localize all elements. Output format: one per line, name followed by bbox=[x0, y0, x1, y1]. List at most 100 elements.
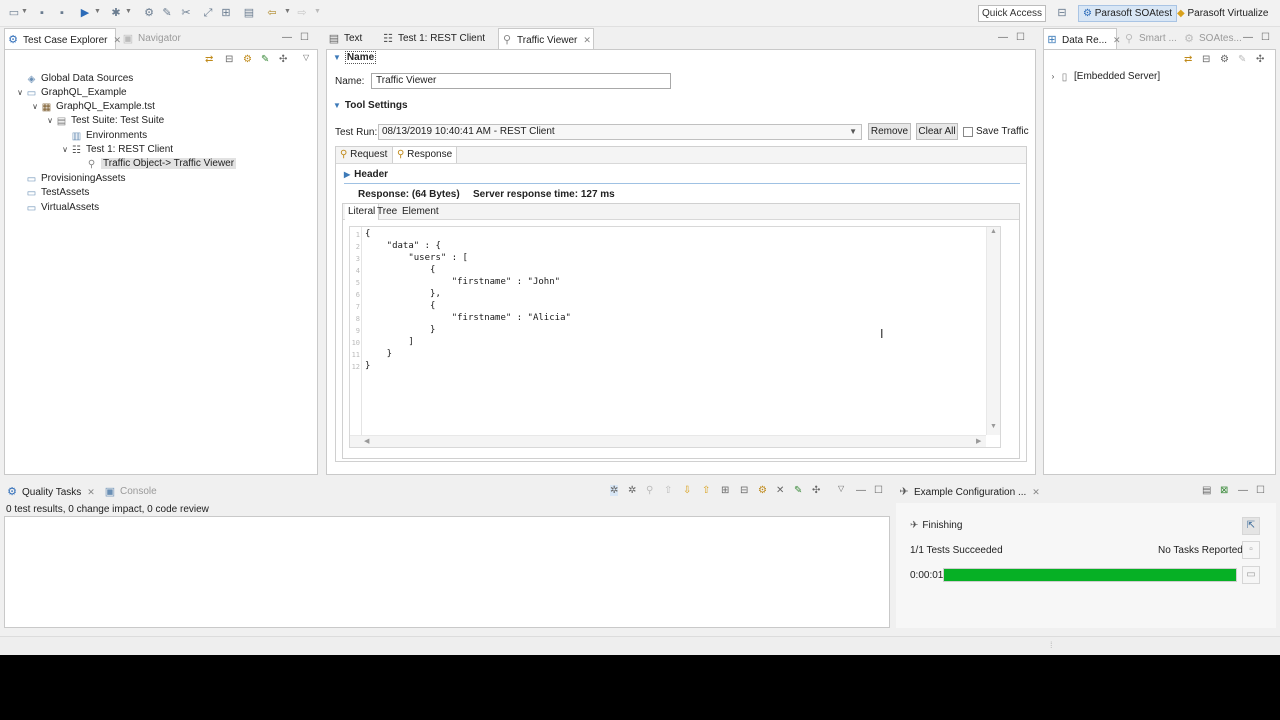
save-all-icon[interactable]: ▪ bbox=[56, 7, 68, 19]
tab-rest-client[interactable]: ☷ Test 1: REST Client bbox=[380, 28, 485, 50]
expand-all-icon[interactable]: ⊞ bbox=[721, 485, 729, 496]
new-dropdown-arrow[interactable]: ▼ bbox=[21, 8, 28, 15]
scroll-left-icon[interactable]: ◀ bbox=[364, 437, 369, 445]
forward-icon[interactable]: ⇨ bbox=[296, 7, 308, 19]
maximize-icon[interactable]: ☐ bbox=[300, 32, 309, 43]
tab-response[interactable]: ⚲ Response bbox=[392, 147, 458, 163]
tab-data-repository[interactable]: ⊞ Data Re... ✕ bbox=[1043, 28, 1121, 50]
panel-tool-icon[interactable]: ⚲ bbox=[646, 485, 653, 496]
tree-item[interactable]: ∨ ☷ Test 1: REST Client bbox=[60, 143, 173, 157]
tool-icon-4[interactable]: ⤢ bbox=[202, 7, 214, 19]
vertical-scrollbar[interactable]: ▲ ▼ bbox=[986, 227, 1000, 435]
details-button[interactable]: ▭ bbox=[1242, 566, 1260, 584]
tool-icon-3[interactable]: ✂ bbox=[180, 7, 192, 19]
debug-dropdown-arrow[interactable]: ▼ bbox=[125, 8, 132, 15]
name-input[interactable]: Traffic Viewer bbox=[371, 73, 671, 89]
chevron-right-icon[interactable]: › bbox=[1048, 70, 1058, 84]
filter-icon[interactable]: ✎ bbox=[261, 54, 269, 65]
arrow-down-icon[interactable]: ⇩ bbox=[683, 485, 691, 496]
scroll-right-icon[interactable]: ▶ bbox=[976, 437, 981, 445]
minimize-icon[interactable]: — bbox=[1238, 485, 1248, 496]
tab-traffic-viewer[interactable]: ⚲ Traffic Viewer ✕ bbox=[498, 28, 594, 50]
collapse-all-icon[interactable]: ⊟ bbox=[225, 54, 233, 65]
tab-soatest[interactable]: ⚙ SOAtes... bbox=[1181, 28, 1242, 50]
back-icon[interactable]: ⇦ bbox=[266, 7, 278, 19]
maximize-icon[interactable]: ☐ bbox=[1016, 32, 1025, 43]
pin-icon[interactable]: ✣ bbox=[812, 485, 820, 496]
minimize-icon[interactable]: — bbox=[998, 32, 1008, 43]
sync-icon[interactable]: ⇄ bbox=[1184, 54, 1192, 65]
tool-icon-2[interactable]: ✎ bbox=[161, 7, 173, 19]
minimize-icon[interactable]: — bbox=[282, 32, 292, 43]
panel-tool-icon[interactable]: ✲ bbox=[628, 485, 636, 496]
close-icon[interactable]: ✕ bbox=[583, 35, 591, 45]
tab-example-configuration[interactable]: ✈ Example Configuration ... ✕ bbox=[896, 481, 1040, 503]
tab-text[interactable]: ▤ Text bbox=[326, 28, 363, 50]
code-editor[interactable]: 1 2 3 4 5 6 7 8 9 10 11 12 { "data" : { "users" : [… bbox=[349, 226, 1001, 448]
tree-item[interactable]: ◈ Global Data Sources bbox=[15, 72, 134, 86]
panel-tool-icon[interactable]: ⇧ bbox=[664, 485, 672, 496]
close-icon[interactable]: ✕ bbox=[1032, 487, 1040, 497]
view-menu-icon[interactable]: ▽ bbox=[303, 53, 309, 62]
link-icon[interactable]: ⚙ bbox=[243, 54, 252, 65]
tab-navigator[interactable]: ▣ Navigator bbox=[120, 28, 181, 50]
tree-item[interactable]: ▭ TestAssets bbox=[15, 186, 90, 200]
panel-tool-icon[interactable]: ⚙ bbox=[1220, 54, 1229, 65]
back-dropdown-arrow[interactable]: ▼ bbox=[284, 8, 291, 15]
scroll-up-icon[interactable]: ▲ bbox=[990, 228, 997, 235]
tree-item[interactable]: ▭ ProvisioningAssets bbox=[15, 172, 126, 186]
tree-item-embedded-server[interactable]: › ▯ [Embedded Server] bbox=[1048, 70, 1161, 84]
tool-icon-5[interactable]: ⊞ bbox=[220, 7, 232, 19]
tree-item[interactable]: ∨ ▭ GraphQL_Example bbox=[15, 86, 127, 100]
tree-item-selected[interactable]: ⚲ Traffic Object-> Traffic Viewer bbox=[75, 157, 237, 171]
remove-button[interactable]: Remove bbox=[868, 123, 911, 140]
test-run-select[interactable]: 08/13/2019 10:40:41 AM - REST Client ▼ bbox=[378, 124, 862, 140]
tab-test-case-explorer[interactable]: ⚙ Test Case Explorer ✕ bbox=[4, 28, 121, 50]
tree-item[interactable]: ∨ ▤ Test Suite: Test Suite bbox=[45, 114, 164, 128]
perspective-virtualize[interactable]: ◆ Parasoft Virtualize bbox=[1177, 6, 1268, 21]
tree-item[interactable]: ▭ VirtualAssets bbox=[15, 201, 99, 215]
tool-icon-6[interactable]: ▤ bbox=[243, 7, 255, 19]
header-section-toggle[interactable]: ▶ Header bbox=[344, 169, 388, 180]
tool-icon-1[interactable]: ⚙ bbox=[143, 7, 155, 19]
debug-icon[interactable]: ✱ bbox=[110, 7, 122, 19]
view-menu-icon[interactable]: ▽ bbox=[838, 484, 844, 493]
quick-access-field[interactable]: Quick Access bbox=[978, 5, 1047, 22]
collapse-all-icon[interactable]: ⊟ bbox=[740, 485, 748, 496]
panel-tool-icon[interactable]: ⊟ bbox=[1202, 54, 1210, 65]
run-dropdown-arrow[interactable]: ▼ bbox=[94, 8, 101, 15]
chevron-down-icon[interactable]: ∨ bbox=[60, 143, 70, 157]
maximize-icon[interactable]: ☐ bbox=[1261, 32, 1270, 43]
panel-tool-icon[interactable]: ✎ bbox=[794, 485, 802, 496]
save-icon[interactable]: ▪ bbox=[36, 7, 48, 19]
clear-all-button[interactable]: Clear All bbox=[916, 123, 958, 140]
panel-tool-icon[interactable]: ⊠ bbox=[1220, 485, 1228, 496]
sync-icon[interactable]: ⚙ bbox=[758, 485, 767, 496]
new-icon[interactable]: ▭ bbox=[8, 7, 20, 19]
arrow-up-icon[interactable]: ⇧ bbox=[702, 485, 710, 496]
tree-item[interactable]: ▥ Environments bbox=[60, 129, 147, 143]
sync-icon[interactable]: ⇄ bbox=[205, 54, 213, 65]
minimize-icon[interactable]: — bbox=[1243, 32, 1253, 43]
minimize-icon[interactable]: — bbox=[856, 485, 866, 496]
tool-settings-toggle[interactable]: ▼ Tool Settings bbox=[333, 100, 408, 111]
run-icon[interactable]: ▶ bbox=[79, 7, 91, 19]
tab-request[interactable]: ⚲ Request bbox=[340, 147, 387, 163]
panel-tool-icon[interactable]: ✎ bbox=[1238, 54, 1246, 65]
tree-item[interactable]: ∨ ▦ GraphQL_Example.tst bbox=[30, 100, 155, 114]
name-section-toggle[interactable]: ▼ Name bbox=[333, 51, 377, 64]
pin-icon[interactable]: ✣ bbox=[1256, 54, 1264, 65]
maximize-icon[interactable]: ☐ bbox=[874, 485, 883, 496]
tasks-button[interactable]: ▫ bbox=[1242, 541, 1260, 559]
maximize-icon[interactable]: ☐ bbox=[1256, 485, 1265, 496]
open-perspective-icon[interactable]: ⊟ bbox=[1056, 7, 1068, 19]
horizontal-scrollbar[interactable]: ◀ ▶ bbox=[350, 435, 986, 447]
close-icon[interactable]: ✕ bbox=[1113, 35, 1121, 45]
filter-icon[interactable]: ✲ bbox=[610, 485, 619, 496]
scroll-down-icon[interactable]: ▼ bbox=[990, 423, 997, 430]
tab-console[interactable]: ▣ Console bbox=[102, 481, 157, 503]
perspective-soatest[interactable]: ⚙ Parasoft SOAtest bbox=[1078, 5, 1178, 22]
chevron-down-icon[interactable]: ∨ bbox=[30, 100, 40, 114]
chevron-down-icon[interactable]: ∨ bbox=[15, 86, 25, 100]
tab-literal[interactable]: Literal bbox=[345, 204, 380, 220]
